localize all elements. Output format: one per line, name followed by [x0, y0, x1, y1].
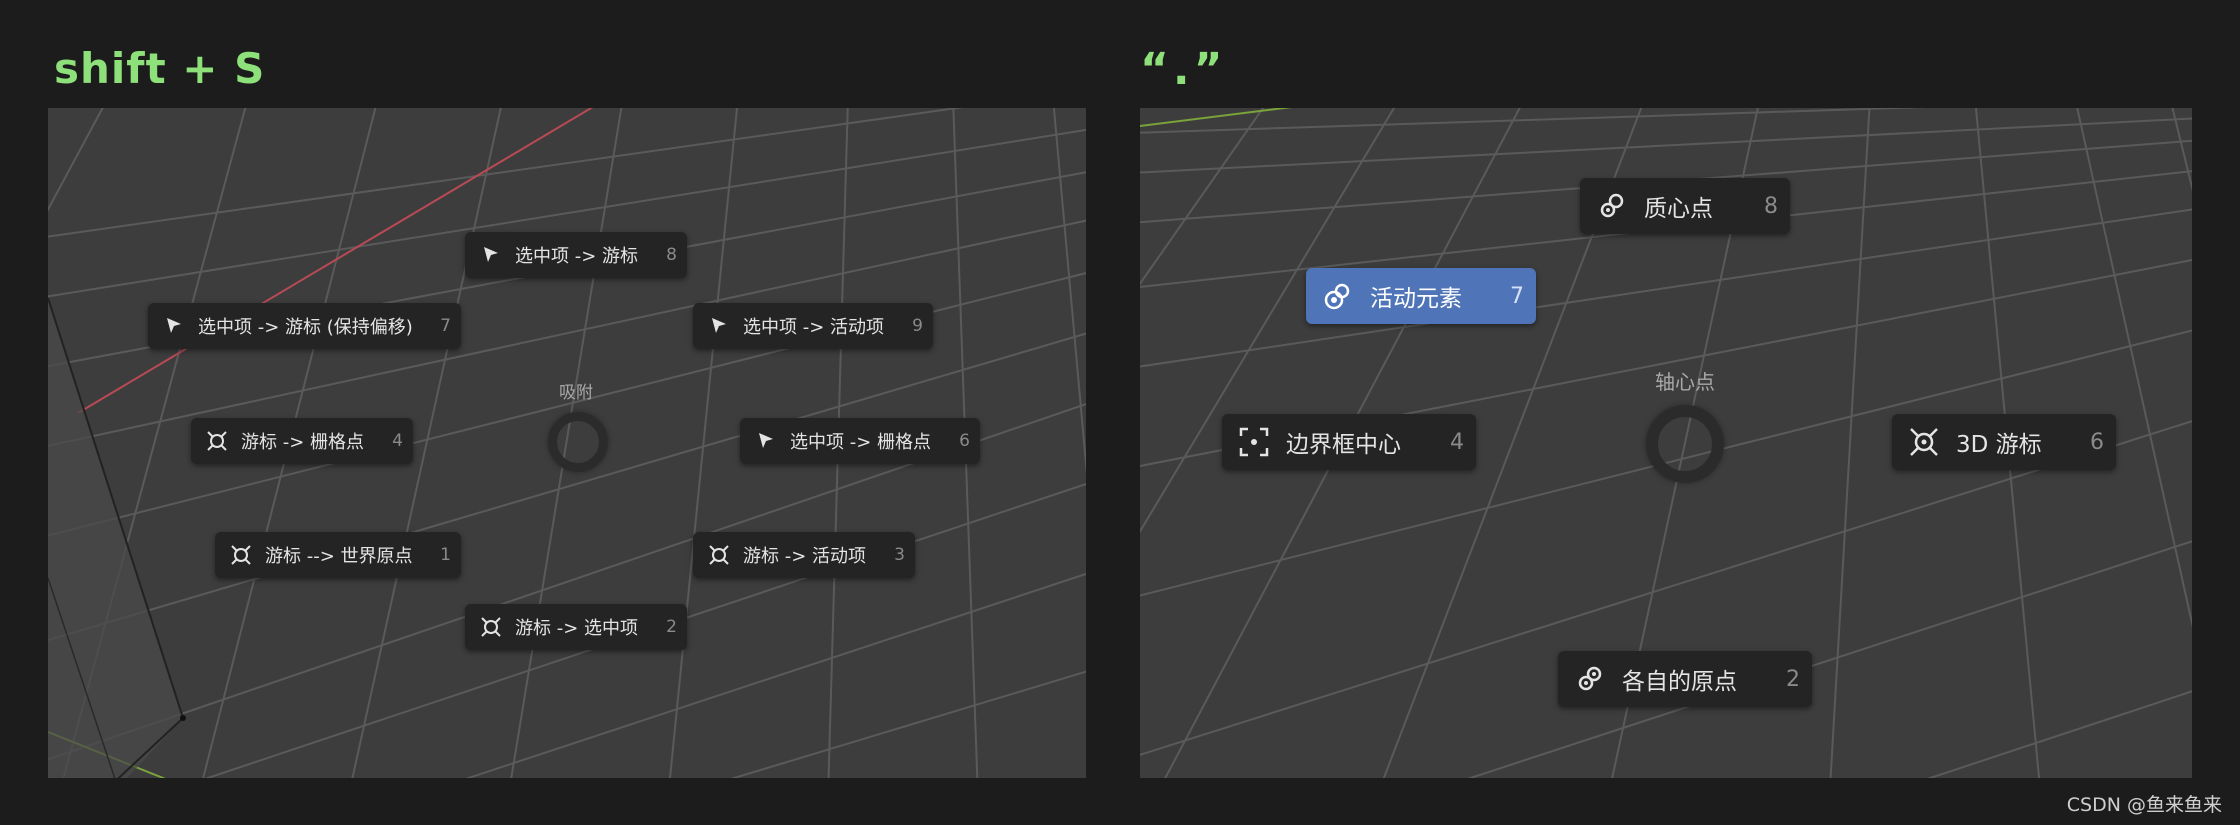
menu-item-label: 游标 -> 选中项: [515, 618, 639, 639]
snap-cursor-to-selected[interactable]: 游标 -> 选中项 2: [465, 604, 687, 650]
pivot-individual-origins[interactable]: 各自的原点 2: [1558, 651, 1812, 707]
menu-item-shortcut: 6: [2090, 429, 2104, 455]
watermark: CSDN @鱼来鱼来: [2066, 794, 2222, 816]
bounding-box-center-icon: [1236, 426, 1272, 458]
snap-cursor-to-world-origin[interactable]: 游标 --> 世界原点 1: [215, 532, 461, 578]
menu-item-shortcut: 8: [666, 245, 677, 265]
pie-center-ring: [1646, 405, 1724, 483]
snap-selection-to-active[interactable]: 选中项 -> 活动项 9: [693, 303, 933, 349]
viewport-pivot-point[interactable]: 轴心点 质心点 8 活动元素 7 边界框中心 4 3D 游标 6 各自的原点 2: [1140, 108, 2192, 778]
active-element-icon: [1320, 280, 1356, 312]
menu-item-shortcut: 3: [894, 545, 905, 565]
shortcut-heading-right: “.”: [1140, 44, 1227, 95]
cursor-arrow-icon: [752, 431, 780, 451]
3d-cursor-icon: [1906, 427, 1942, 457]
snap-cursor-to-active[interactable]: 游标 -> 活动项 3: [693, 532, 915, 578]
menu-item-shortcut: 2: [1786, 666, 1800, 692]
3d-cursor-icon: [227, 544, 255, 566]
cursor-arrow-icon: [160, 316, 188, 336]
viewport-snap[interactable]: 吸附 选中项 -> 游标 8 选中项 -> 游标 (保持偏移) 7 选中项 ->…: [48, 108, 1086, 778]
menu-item-label: 游标 -> 栅格点: [241, 432, 365, 453]
menu-item-label: 各自的原点: [1622, 669, 1737, 695]
pivot-median-point[interactable]: 质心点 8: [1580, 178, 1790, 234]
pivot-bounding-box-center[interactable]: 边界框中心 4: [1222, 414, 1476, 470]
pivot-3d-cursor[interactable]: 3D 游标 6: [1892, 414, 2116, 470]
menu-item-label: 选中项 -> 活动项: [743, 317, 885, 338]
3d-cursor-icon: [705, 544, 733, 566]
menu-item-shortcut: 2: [666, 617, 677, 637]
cursor-arrow-icon: [705, 316, 733, 336]
median-point-icon: [1594, 190, 1630, 222]
cursor-arrow-icon: [477, 245, 505, 265]
menu-item-shortcut: 4: [392, 431, 403, 451]
menu-item-shortcut: 6: [959, 431, 970, 451]
pie-center-ring: [548, 412, 608, 472]
menu-item-label: 游标 -> 活动项: [743, 546, 867, 567]
3d-cursor-icon: [203, 430, 231, 452]
snap-selection-to-cursor[interactable]: 选中项 -> 游标 8: [465, 232, 687, 278]
menu-item-shortcut: 7: [440, 316, 451, 336]
menu-item-label: 选中项 -> 游标: [515, 246, 639, 267]
menu-item-label: 边界框中心: [1286, 432, 1401, 458]
menu-item-label: 选中项 -> 栅格点: [790, 432, 932, 453]
pie-menu-title: 轴心点: [1655, 370, 1715, 394]
menu-item-shortcut: 7: [1510, 283, 1524, 309]
shortcut-heading-left: shift + S: [54, 44, 266, 93]
menu-item-label: 活动元素: [1370, 286, 1462, 312]
3d-cursor-icon: [477, 616, 505, 638]
snap-selection-to-cursor-offset[interactable]: 选中项 -> 游标 (保持偏移) 7: [148, 303, 461, 349]
snap-selection-to-grid[interactable]: 选中项 -> 栅格点 6: [740, 418, 980, 464]
snap-cursor-to-grid[interactable]: 游标 -> 栅格点 4: [191, 418, 413, 464]
menu-item-label: 质心点: [1644, 196, 1713, 222]
menu-item-shortcut: 9: [912, 316, 923, 336]
menu-item-shortcut: 4: [1450, 429, 1464, 455]
pie-menu-title: 吸附: [559, 383, 593, 403]
menu-item-shortcut: 8: [1764, 193, 1778, 219]
pivot-active-element[interactable]: 活动元素 7: [1306, 268, 1536, 324]
individual-origins-icon: [1572, 663, 1608, 695]
menu-item-label: 游标 --> 世界原点: [265, 546, 413, 567]
menu-item-shortcut: 1: [440, 545, 451, 565]
menu-item-label: 3D 游标: [1956, 432, 2042, 458]
menu-item-label: 选中项 -> 游标 (保持偏移): [198, 317, 413, 338]
screenshot-page: shift + S “.” 吸附 选中项 -> 游标 8 选中项 -> 游标 (…: [0, 0, 2240, 825]
